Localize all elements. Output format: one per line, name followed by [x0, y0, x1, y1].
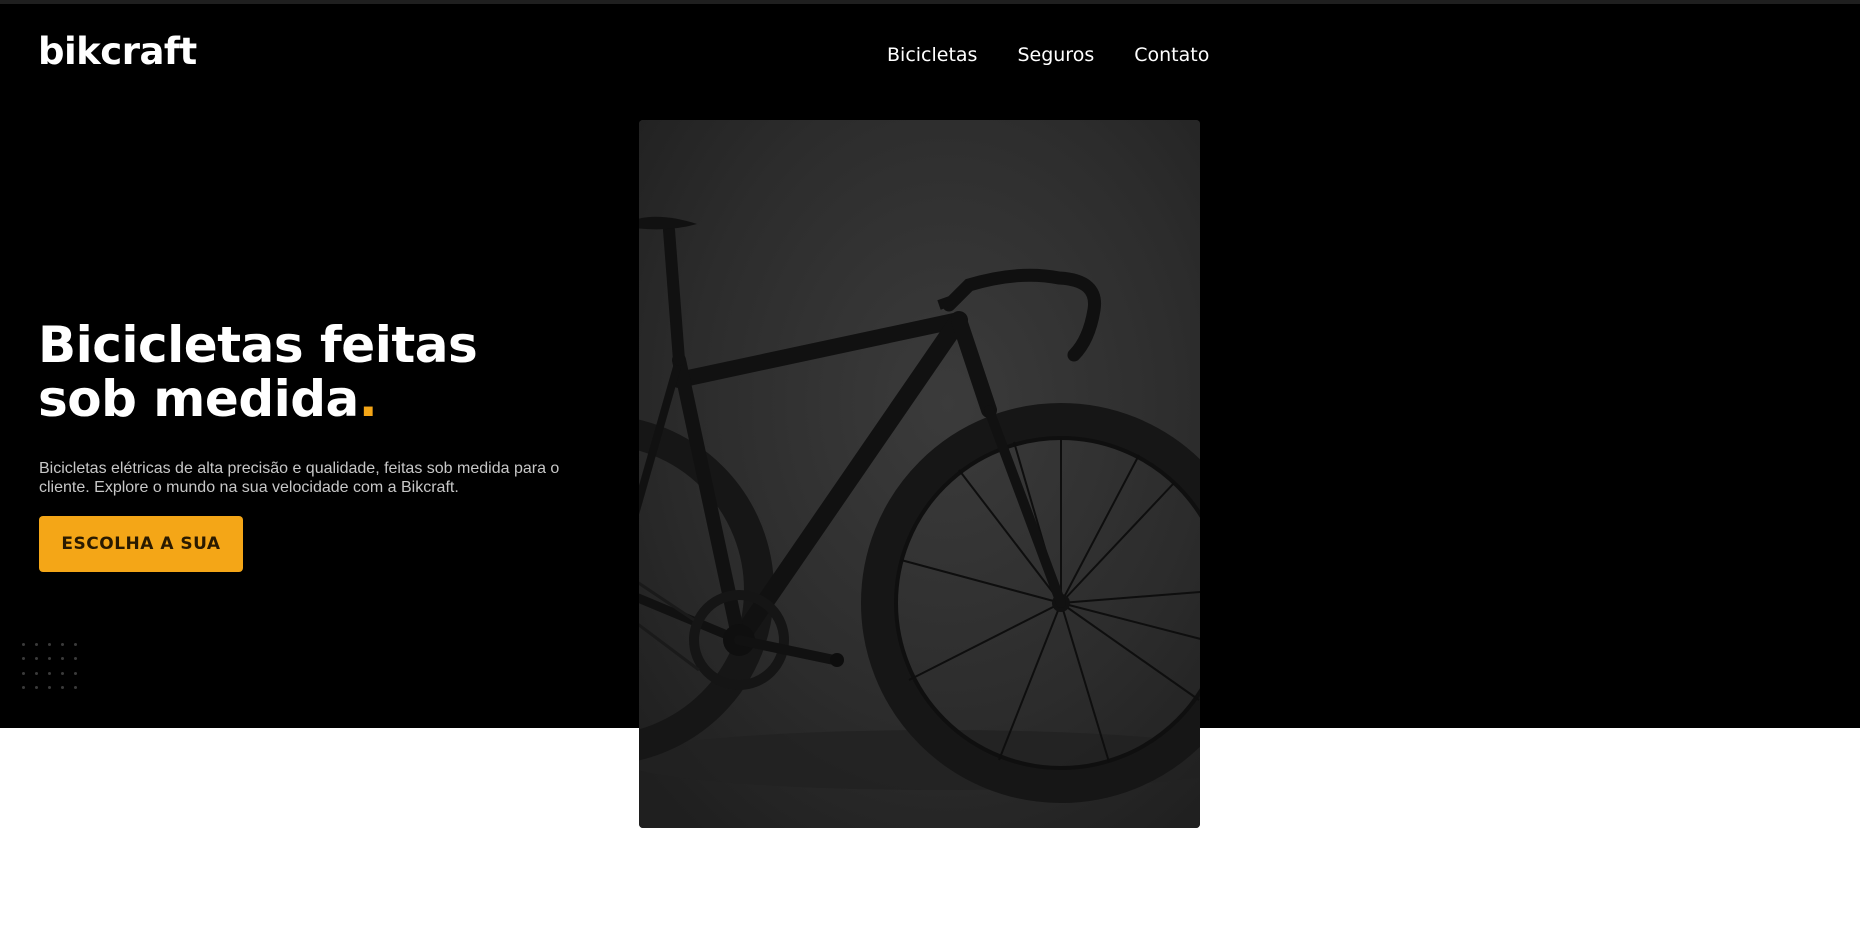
hero-description: Bicicletas elétricas de alta precisão e … — [39, 460, 560, 496]
nav-item-bicicletas[interactable]: Bicicletas — [887, 44, 977, 66]
bicycle-photo — [639, 120, 1200, 828]
hero-title: Bicicletas feitas sob medida. — [38, 318, 578, 426]
decorative-dots — [18, 639, 77, 695]
bicycle-icon — [639, 120, 1200, 828]
nav-item-seguros[interactable]: Seguros — [1017, 44, 1094, 66]
choose-bike-button[interactable]: ESCOLHA A SUA — [39, 516, 243, 572]
hero-title-text: Bicicletas feitas sob medida — [38, 316, 478, 428]
hero-title-dot: . — [358, 370, 378, 428]
brand-logo[interactable]: bikcraft — [38, 30, 197, 73]
nav-item-contato[interactable]: Contato — [1134, 44, 1209, 66]
main-nav: Bicicletas Seguros Contato — [887, 44, 1209, 66]
